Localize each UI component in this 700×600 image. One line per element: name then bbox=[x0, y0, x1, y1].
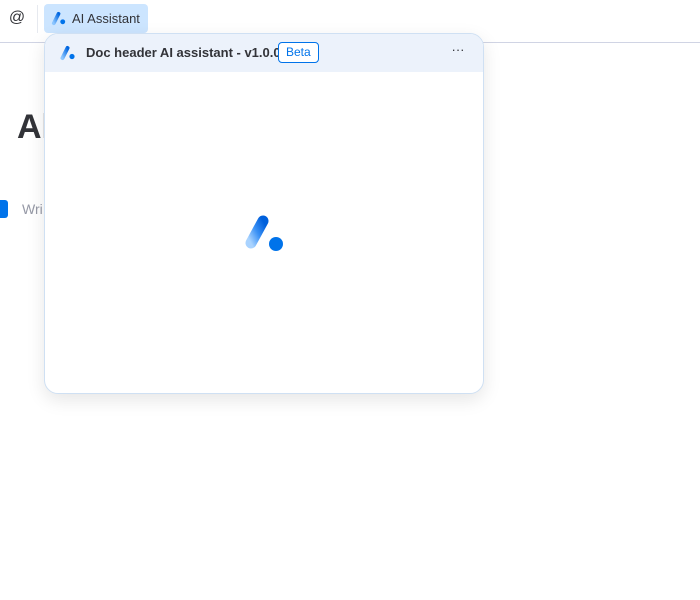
ai-assistant-panel: Doc header AI assistant - v1.0.0 Beta ··… bbox=[44, 33, 484, 394]
write-placeholder[interactable]: Wri bbox=[22, 201, 43, 217]
add-block-button[interactable] bbox=[0, 200, 8, 218]
panel-header: Doc header AI assistant - v1.0.0 Beta ··… bbox=[45, 34, 483, 72]
ai-assistant-logo-icon bbox=[51, 11, 66, 26]
toolbar-divider bbox=[37, 5, 38, 33]
ai-assistant-button[interactable]: AI Assistant bbox=[44, 4, 148, 33]
beta-badge: Beta bbox=[278, 42, 319, 63]
ai-assistant-logo-loading-icon bbox=[245, 215, 283, 251]
ai-assistant-button-label: AI Assistant bbox=[72, 11, 140, 26]
at-sign-icon[interactable]: @ bbox=[6, 6, 28, 30]
panel-title: Doc header AI assistant - v1.0.0 bbox=[86, 45, 281, 60]
more-horizontal-icon[interactable]: ··· bbox=[447, 42, 469, 62]
write-row[interactable]: Wri bbox=[0, 199, 43, 219]
ai-assistant-logo-icon bbox=[60, 46, 75, 60]
